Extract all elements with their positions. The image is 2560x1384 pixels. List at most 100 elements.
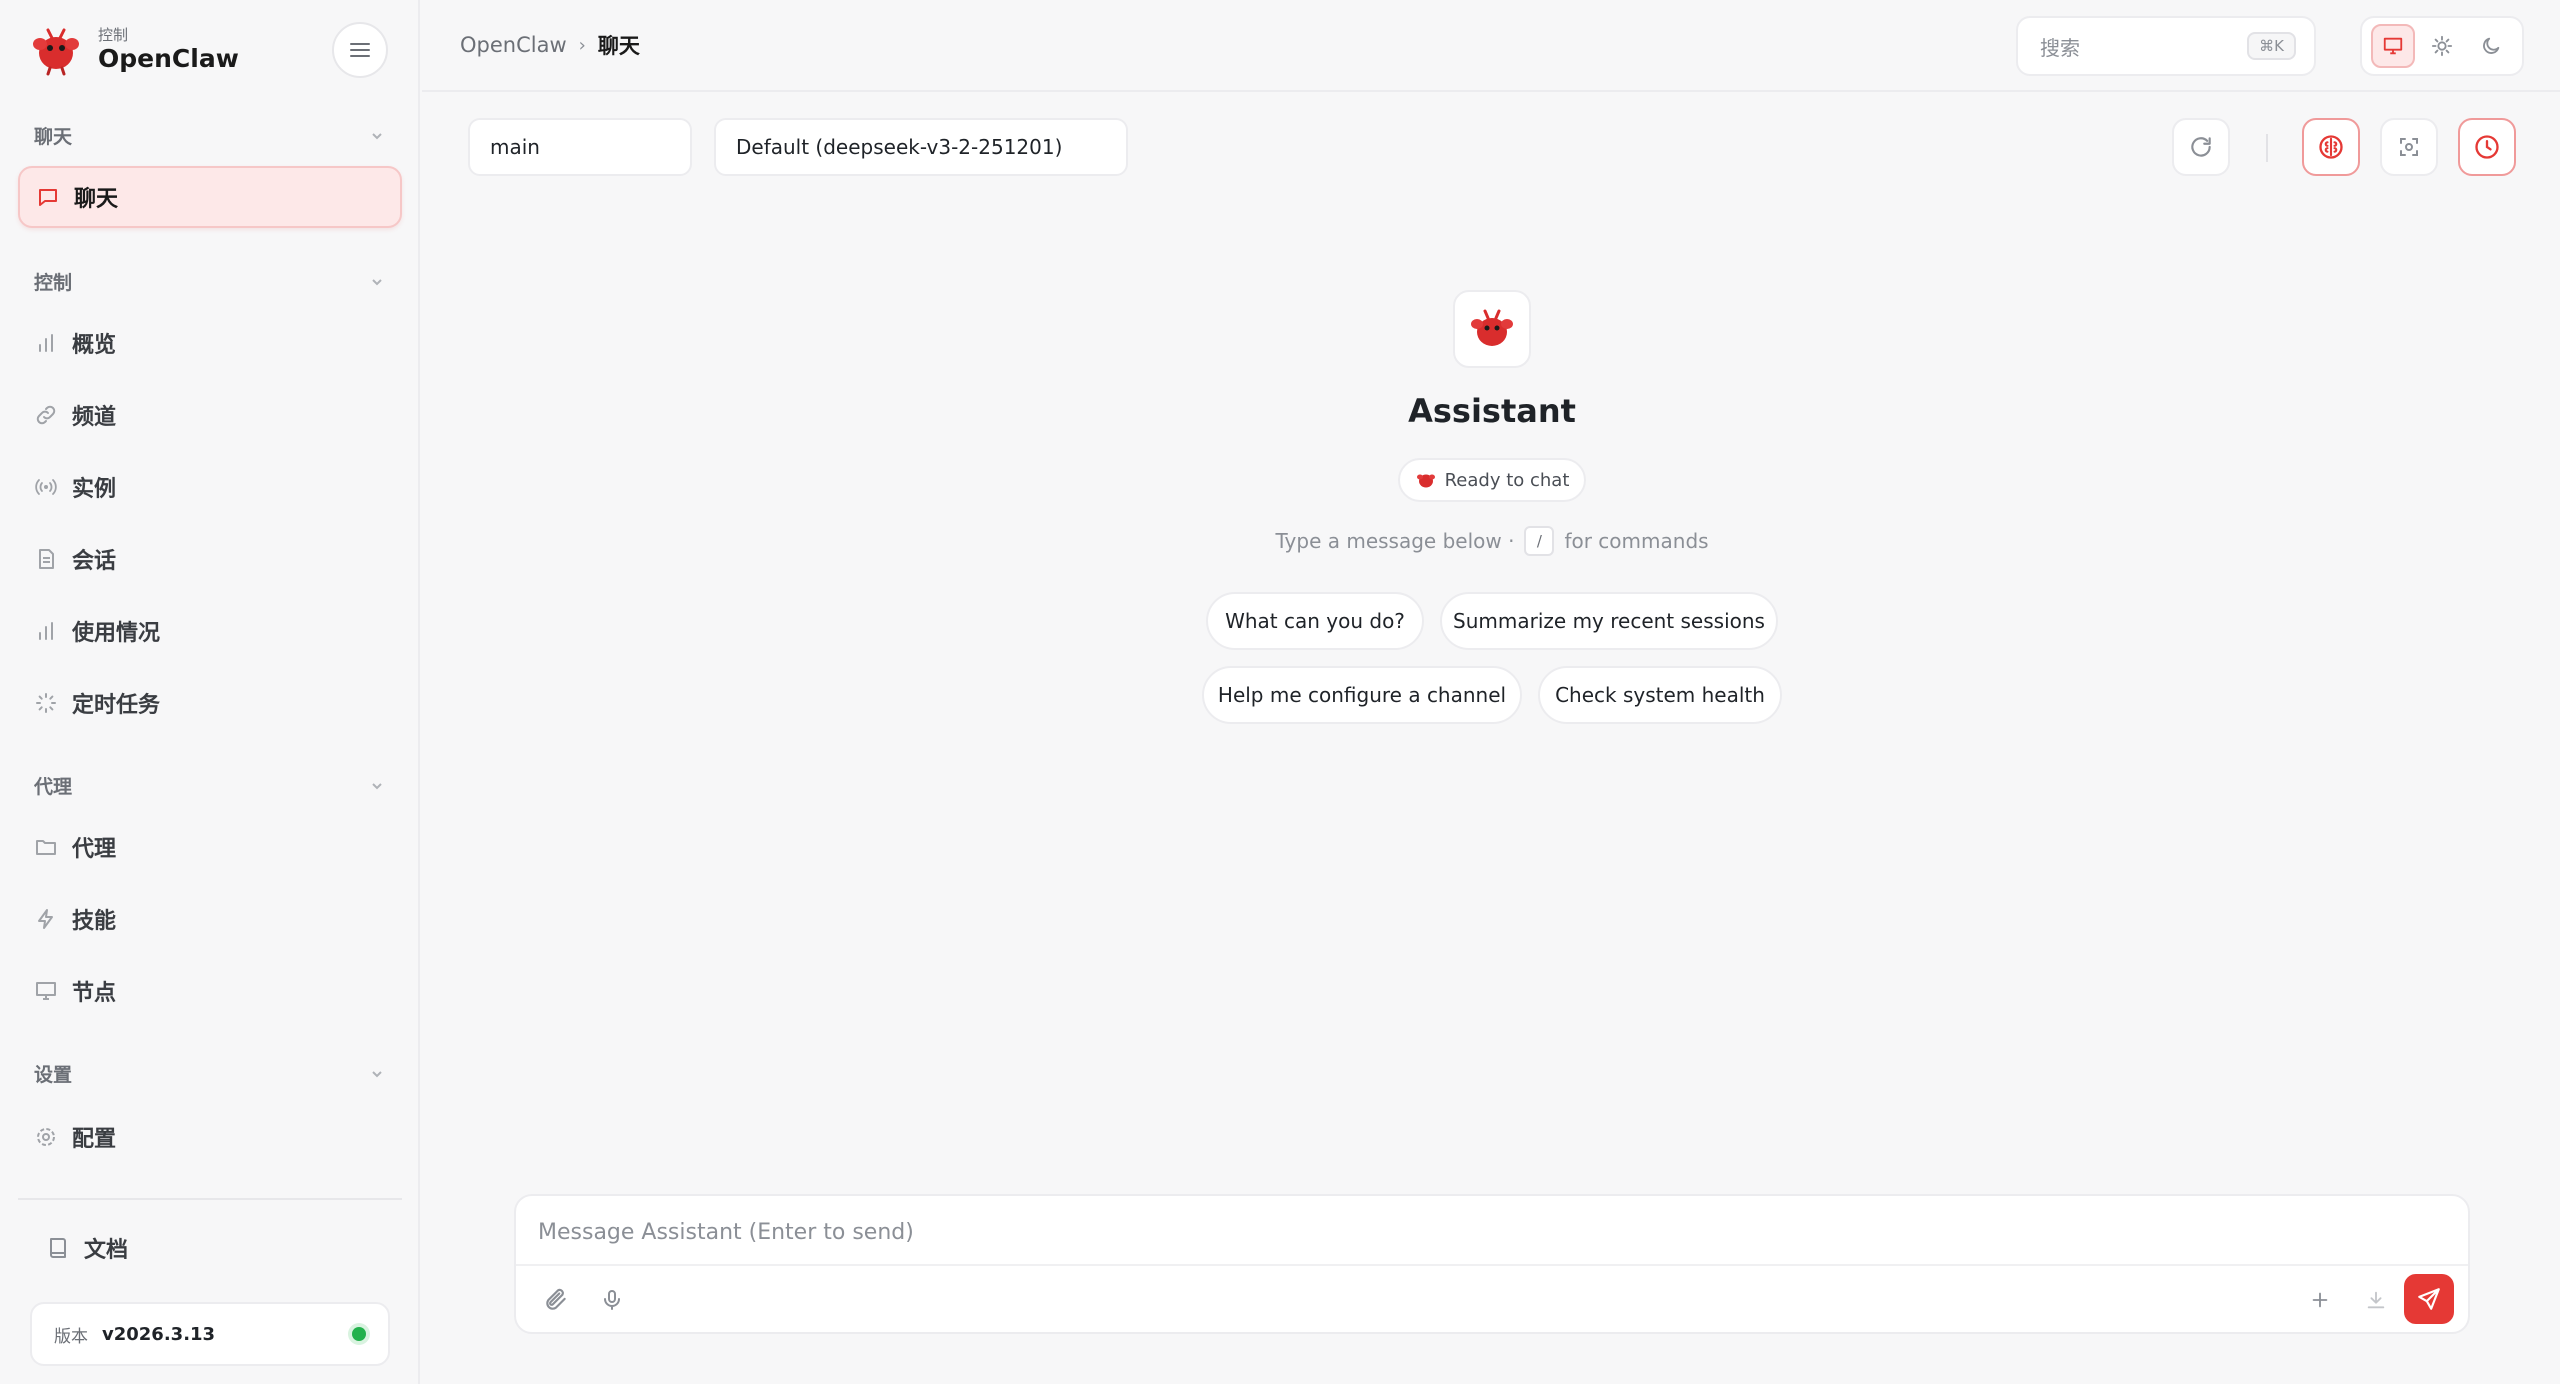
document-icon <box>34 547 58 571</box>
slash-key-badge: / <box>1524 526 1555 556</box>
paperclip-icon <box>546 1288 566 1310</box>
suggestion-chip[interactable]: What can you do? <box>1206 592 1424 650</box>
sidebar-item-label: 技能 <box>72 909 117 934</box>
sidebar-item-label: 代理 <box>72 837 117 862</box>
suggestion-label: Check system health <box>1555 683 1765 707</box>
suggestion-chip[interactable]: Check system health <box>1538 666 1782 724</box>
attach-button[interactable] <box>536 1280 576 1320</box>
brand-subtitle: 控制 <box>98 26 129 44</box>
plus-icon <box>2312 1292 2328 1308</box>
refresh-button[interactable] <box>2172 118 2230 176</box>
sidebar-item-label: 会话 <box>72 549 117 574</box>
send-button[interactable] <box>2404 1274 2454 1324</box>
bar-chart-icon <box>34 331 58 355</box>
version-value: v2026.3.13 <box>102 1323 216 1345</box>
theme-light-button[interactable] <box>2420 24 2464 68</box>
suggestion-chip[interactable]: Summarize my recent sessions <box>1440 592 1778 650</box>
sun-icon <box>2431 35 2453 57</box>
suggestion-label: What can you do? <box>1225 609 1405 633</box>
clock-icon <box>2475 135 2499 159</box>
sidebar-item-skills[interactable]: 技能 <box>18 888 402 950</box>
section-label: 聊天 <box>34 126 73 148</box>
microphone-icon <box>604 1290 620 1310</box>
refresh-icon <box>2191 137 2211 157</box>
breadcrumb-separator-icon: › <box>578 34 586 56</box>
breadcrumb-root[interactable]: OpenClaw <box>460 33 567 57</box>
chevron-down-icon <box>372 782 382 789</box>
hint-before: Type a message below · <box>1275 529 1515 553</box>
send-icon <box>2418 1288 2440 1310</box>
history-button[interactable] <box>2458 118 2516 176</box>
link-icon <box>34 403 58 427</box>
moon-icon <box>2483 37 2500 54</box>
lightning-icon <box>34 907 58 931</box>
export-button[interactable] <box>2356 1280 2396 1320</box>
session-selector[interactable]: main <box>468 118 692 176</box>
new-session-button[interactable] <box>2300 1280 2340 1320</box>
model-selector[interactable]: Default (deepseek-v3-2-251201) <box>714 118 1128 176</box>
suggestion-label: Summarize my recent sessions <box>1453 609 1765 633</box>
sidebar-item-chat[interactable]: 聊天 <box>18 166 402 228</box>
section-control-header[interactable]: 控制 <box>34 268 384 295</box>
sidebar-item-label: 节点 <box>72 981 117 1006</box>
sidebar-divider <box>18 1198 402 1200</box>
theme-dark-button[interactable] <box>2469 24 2513 68</box>
loader-icon <box>34 691 58 715</box>
sidebar-item-label: 定时任务 <box>72 693 161 718</box>
section-agent-header[interactable]: 代理 <box>34 772 384 799</box>
folder-icon <box>34 835 58 859</box>
chevron-down-icon <box>372 1070 382 1077</box>
download-icon <box>2367 1291 2385 1309</box>
sidebar-item-sessions[interactable]: 会话 <box>18 528 402 590</box>
lobster-logo-icon <box>33 28 79 76</box>
sidebar-item-label: 频道 <box>72 405 117 430</box>
model-value: Default (deepseek-v3-2-251201) <box>736 135 1063 159</box>
sidebar-item-docs[interactable]: 文档 <box>46 1232 128 1264</box>
section-label: 控制 <box>34 272 73 294</box>
sidebar-collapse-button[interactable] <box>332 22 388 78</box>
search-input[interactable]: 搜索 ⌘K <box>2016 16 2316 76</box>
assistant-name: Assistant <box>1408 392 1576 430</box>
monitor-icon <box>34 979 58 1003</box>
lobster-logo-icon <box>1416 474 1435 488</box>
theme-system-button[interactable] <box>2370 24 2415 68</box>
status-text: Ready to chat <box>1444 469 1570 491</box>
sidebar-item-overview[interactable]: 概览 <box>18 312 402 374</box>
sidebar-item-label: 使用情况 <box>72 621 161 646</box>
focus-mode-button[interactable] <box>2380 118 2438 176</box>
menu-icon <box>350 43 370 57</box>
suggestion-label: Help me configure a channel <box>1217 683 1507 707</box>
sidebar-item-label: 聊天 <box>74 187 119 212</box>
chat-bubble-icon <box>36 185 60 209</box>
suggestion-chip[interactable]: Help me configure a channel <box>1202 666 1522 724</box>
voice-input-button[interactable] <box>592 1280 632 1320</box>
brand[interactable]: 控制 OpenClaw <box>28 20 239 80</box>
sidebar-item-label: 实例 <box>72 477 117 502</box>
assistant-avatar <box>1453 290 1531 368</box>
sidebar-item-cron[interactable]: 定时任务 <box>18 672 402 734</box>
section-settings-header[interactable]: 设置 <box>34 1060 384 1087</box>
section-label: 设置 <box>34 1064 73 1086</box>
message-composer: Message Assistant (Enter to send) <box>514 1194 2470 1334</box>
version-label: 版本 <box>54 1326 88 1347</box>
topbar: OpenClaw › 聊天 搜索 ⌘K <box>422 0 2560 92</box>
brain-icon <box>2319 135 2343 159</box>
message-placeholder: Message Assistant (Enter to send) <box>538 1220 914 1245</box>
sidebar-item-instances[interactable]: 实例 <box>18 456 402 518</box>
radio-waves-icon <box>34 475 58 499</box>
thinking-toggle-button[interactable] <box>2302 118 2360 176</box>
sidebar-item-nodes[interactable]: 节点 <box>18 960 402 1022</box>
status-badge: Ready to chat <box>1398 458 1586 502</box>
sidebar-item-agents[interactable]: 代理 <box>18 816 402 878</box>
search-shortcut-badge: ⌘K <box>2247 32 2296 60</box>
sidebar-item-label: 概览 <box>72 333 117 358</box>
command-hint: Type a message below · / for commands <box>1180 526 1804 556</box>
breadcrumb-current: 聊天 <box>597 34 640 58</box>
section-chat-header[interactable]: 聊天 <box>34 122 384 149</box>
bar-chart-icon <box>34 619 58 643</box>
sidebar-item-usage[interactable]: 使用情况 <box>18 600 402 662</box>
sidebar-item-config[interactable]: 配置 <box>18 1106 402 1168</box>
sidebar-item-channels[interactable]: 频道 <box>18 384 402 446</box>
book-icon <box>50 1238 66 1258</box>
section-label: 代理 <box>34 776 73 798</box>
